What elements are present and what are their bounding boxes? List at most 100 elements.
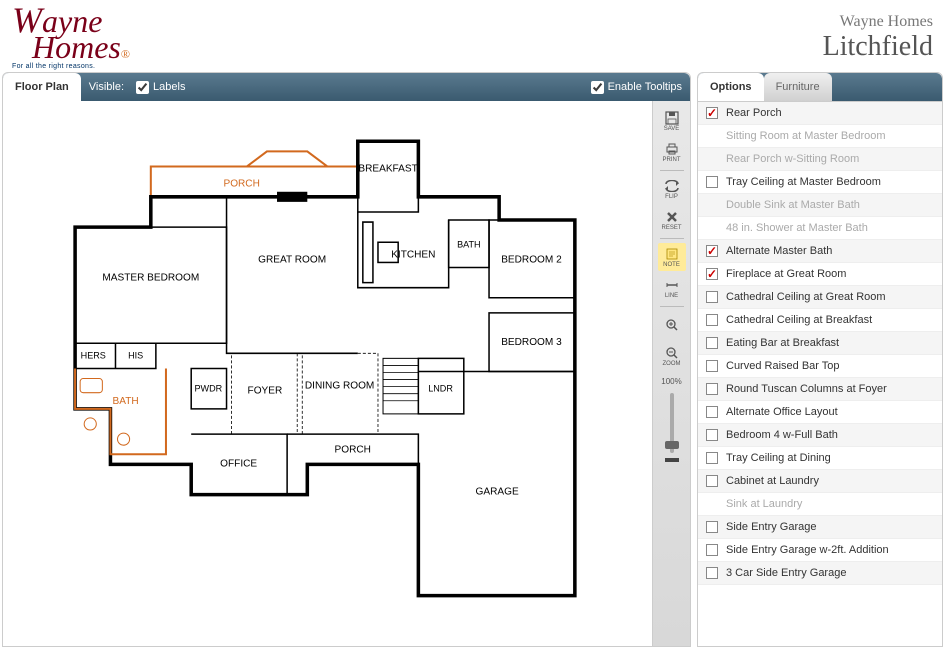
option-checkbox[interactable] <box>706 521 718 533</box>
option-checkbox[interactable] <box>706 475 718 487</box>
option-checkbox[interactable] <box>706 245 718 257</box>
visible-label: Visible: <box>89 81 124 93</box>
option-row[interactable]: Cathedral Ceiling at Breakfast <box>698 309 942 332</box>
option-checkbox[interactable] <box>706 406 718 418</box>
option-label: Cabinet at Laundry <box>726 475 819 487</box>
svg-text:FOYER: FOYER <box>248 386 283 397</box>
zoom-out-icon <box>664 346 680 360</box>
save-button[interactable]: SAVE <box>658 107 686 135</box>
option-checkbox[interactable] <box>706 429 718 441</box>
svg-text:BEDROOM 2: BEDROOM 2 <box>501 254 562 265</box>
option-row[interactable]: Alternate Office Layout <box>698 401 942 424</box>
floorplan-canvas[interactable]: PORCH MASTER BEDROOM GREAT ROOM <box>3 101 652 646</box>
svg-text:PORCH: PORCH <box>335 444 371 455</box>
option-row[interactable]: Cathedral Ceiling at Great Room <box>698 286 942 309</box>
svg-text:BREAKFAST: BREAKFAST <box>358 164 417 175</box>
reset-icon <box>664 210 680 224</box>
labels-checkbox[interactable]: Labels <box>132 81 185 94</box>
option-row[interactable]: Fireplace at Great Room <box>698 263 942 286</box>
option-checkbox[interactable] <box>706 107 718 119</box>
option-checkbox[interactable] <box>706 176 718 188</box>
option-row[interactable]: Bedroom 4 w-Full Bath <box>698 424 942 447</box>
line-button[interactable]: LINE <box>658 274 686 302</box>
header: WayneHomes® For all the right reasons. W… <box>0 0 945 72</box>
option-row[interactable]: Cabinet at Laundry <box>698 470 942 493</box>
tooltips-checkbox-input[interactable] <box>591 81 604 94</box>
option-row[interactable]: Tray Ceiling at Dining <box>698 447 942 470</box>
options-list[interactable]: Rear Porch Sitting Room at Master Bedroom… <box>698 101 942 646</box>
tooltips-checkbox[interactable]: Enable Tooltips <box>587 81 682 94</box>
svg-text:DINING ROOM: DINING ROOM <box>305 381 374 392</box>
option-label: Rear Porch w-Sitting Room <box>726 153 859 165</box>
option-label: Tray Ceiling at Dining <box>726 452 831 464</box>
option-row[interactable]: Round Tuscan Columns at Foyer <box>698 378 942 401</box>
option-checkbox[interactable] <box>706 567 718 579</box>
option-row[interactable]: Curved Raised Bar Top <box>698 355 942 378</box>
option-label: Curved Raised Bar Top <box>726 360 840 372</box>
main: Floor Plan Visible: Labels Enable Toolti… <box>0 72 945 647</box>
save-icon <box>664 111 680 125</box>
tab-options[interactable]: Options <box>698 73 764 101</box>
option-label: Alternate Office Layout <box>726 406 838 418</box>
zoom-slider[interactable] <box>670 393 674 453</box>
svg-text:BATH: BATH <box>113 396 139 407</box>
print-button[interactable]: PRINT <box>658 138 686 166</box>
header-title: Wayne Homes Litchfield <box>823 13 933 63</box>
option-label: Side Entry Garage w-2ft. Addition <box>726 544 889 556</box>
option-label: Fireplace at Great Room <box>726 268 846 280</box>
option-row[interactable]: Side Entry Garage w-2ft. Addition <box>698 539 942 562</box>
note-button[interactable]: NOTE <box>658 243 686 271</box>
left-tab-bar: Floor Plan Visible: Labels Enable Toolti… <box>3 73 690 101</box>
model-name: Litchfield <box>823 31 933 63</box>
zoom-out-button[interactable]: ZOOM <box>658 342 686 370</box>
svg-text:HIS: HIS <box>128 350 143 360</box>
option-checkbox[interactable] <box>706 337 718 349</box>
option-label: Sitting Room at Master Bedroom <box>726 130 886 142</box>
option-label: Cathedral Ceiling at Breakfast <box>726 314 872 326</box>
right-pane: Options Furniture Rear Porch Sitting Room… <box>697 72 943 647</box>
svg-text:KITCHEN: KITCHEN <box>391 249 435 260</box>
note-icon <box>664 247 680 261</box>
svg-text:HERS: HERS <box>81 350 106 360</box>
zoom-in-button[interactable] <box>658 311 686 339</box>
option-row[interactable]: Rear Porch <box>698 102 942 125</box>
option-row[interactable]: Side Entry Garage <box>698 516 942 539</box>
option-checkbox[interactable] <box>706 291 718 303</box>
left-pane: Floor Plan Visible: Labels Enable Toolti… <box>2 72 691 647</box>
zoom-slider-thumb[interactable] <box>665 441 679 449</box>
option-row[interactable]: 3 Car Side Entry Garage <box>698 562 942 585</box>
stairs <box>383 358 418 414</box>
option-row[interactable]: Tray Ceiling at Master Bedroom <box>698 171 942 194</box>
option-checkbox[interactable] <box>706 360 718 372</box>
option-checkbox[interactable] <box>706 452 718 464</box>
option-label: Eating Bar at Breakfast <box>726 337 839 349</box>
option-label: Side Entry Garage <box>726 521 817 533</box>
option-label: 48 in. Shower at Master Bath <box>726 222 868 234</box>
option-label: Alternate Master Bath <box>726 245 832 257</box>
option-row[interactable]: Eating Bar at Breakfast <box>698 332 942 355</box>
option-row[interactable]: Alternate Master Bath <box>698 240 942 263</box>
svg-text:PWDR: PWDR <box>194 384 222 394</box>
option-row: 48 in. Shower at Master Bath <box>698 217 942 240</box>
flip-button[interactable]: FLIP <box>658 175 686 203</box>
option-row: Sink at Laundry <box>698 493 942 516</box>
tab-floorplan[interactable]: Floor Plan <box>3 73 81 101</box>
line-icon <box>664 278 680 292</box>
option-row: Double Sink at Master Bath <box>698 194 942 217</box>
logo: WayneHomes® For all the right reasons. <box>12 6 130 69</box>
option-row: Sitting Room at Master Bedroom <box>698 125 942 148</box>
option-checkbox[interactable] <box>706 268 718 280</box>
labels-checkbox-input[interactable] <box>136 81 149 94</box>
svg-text:MASTER BEDROOM: MASTER BEDROOM <box>102 273 199 284</box>
option-label: Rear Porch <box>726 107 782 119</box>
toolbar: SAVE PRINT FLIP <box>652 101 690 646</box>
option-label: Bedroom 4 w-Full Bath <box>726 429 838 441</box>
reset-button[interactable]: RESET <box>658 206 686 234</box>
option-checkbox[interactable] <box>706 544 718 556</box>
svg-text:PORCH: PORCH <box>223 179 259 190</box>
option-label: Cathedral Ceiling at Great Room <box>726 291 886 303</box>
option-checkbox[interactable] <box>706 383 718 395</box>
tab-furniture[interactable]: Furniture <box>764 73 832 101</box>
option-checkbox[interactable] <box>706 314 718 326</box>
right-tab-bar: Options Furniture <box>698 73 942 101</box>
